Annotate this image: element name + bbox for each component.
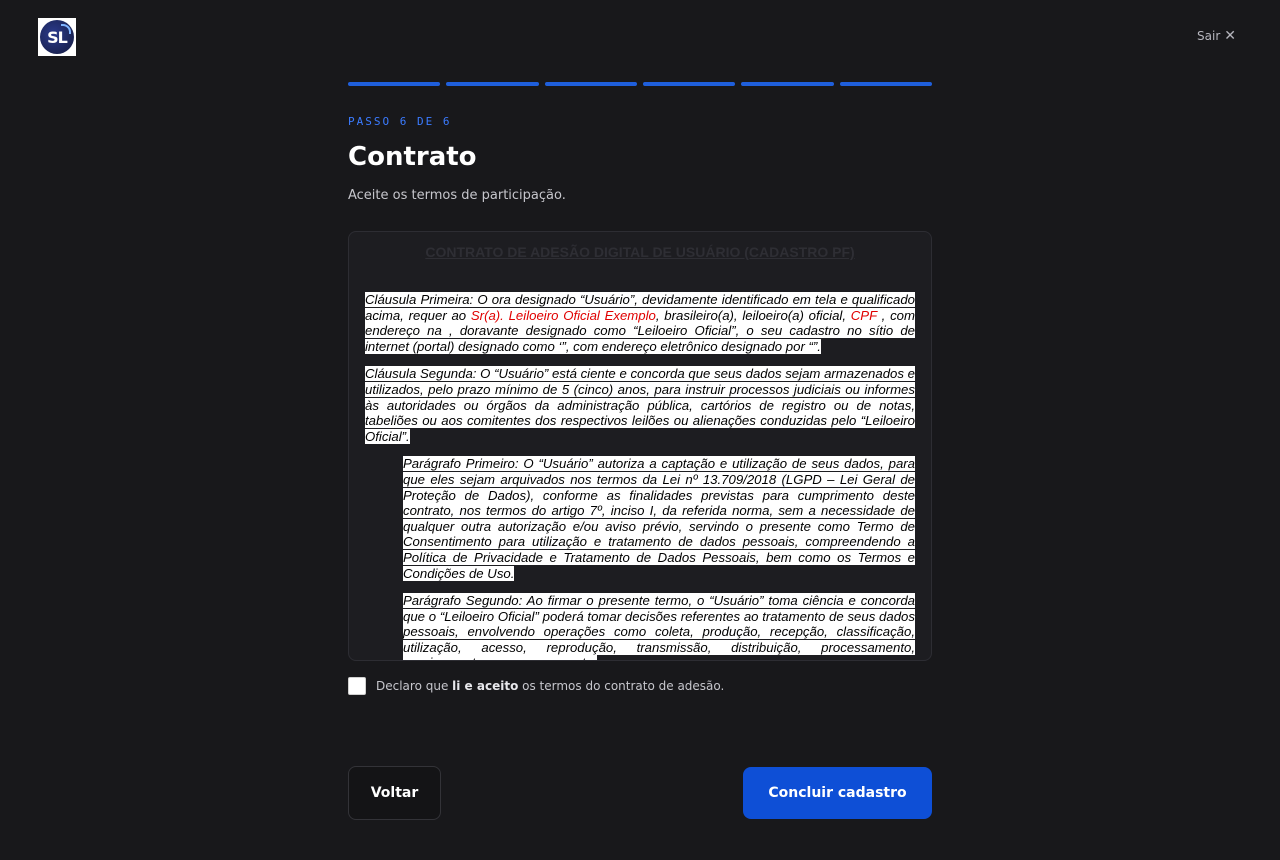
exit-button[interactable]: Sair ✕ (1197, 29, 1236, 43)
agreement-row: Declaro que li e aceito os termos do con… (348, 677, 724, 695)
exit-label: Sair (1197, 29, 1221, 43)
clause-1-text-b: , brasileiro(a), leiloeiro(a) oficial, (655, 307, 851, 323)
agreement-checkbox[interactable] (348, 677, 366, 695)
agreement-bold: li e aceito (452, 679, 519, 693)
page-title: Contrato (348, 142, 477, 172)
progress-segment-3 (544, 82, 637, 86)
agreement-suffix: os termos do contrato de adesão. (518, 679, 725, 693)
close-icon: ✕ (1224, 28, 1236, 44)
progress-segment-4 (642, 82, 736, 86)
contract-paragraph-1: Parágrafo Primeiro: O “Usuário” autoriza… (365, 456, 915, 581)
progress-segment-1 (348, 82, 441, 86)
logo[interactable]: SL (38, 18, 76, 56)
contract-clause-1: Cláusula Primeira: O ora designado “Usuá… (365, 292, 915, 354)
contract-paragraph-2: Parágrafo Segundo: Ao firmar o presente … (365, 593, 915, 660)
step-indicator: PASSO 6 DE 6 (348, 115, 452, 128)
logo-arc-icon (61, 24, 71, 34)
progress-segment-5 (741, 82, 834, 86)
agreement-prefix: Declaro que (376, 679, 453, 693)
step-progress-bar (348, 82, 932, 86)
logo-emblem: SL (40, 20, 74, 54)
back-button[interactable]: Voltar (348, 766, 441, 820)
contract-document: Cláusula Primeira: O ora designado “Usuá… (365, 292, 915, 660)
clause-2-text: Cláusula Segunda: O “Usuário” está cient… (365, 366, 915, 444)
contract-clause-2: Cláusula Segunda: O “Usuário” está cient… (365, 366, 915, 444)
contract-heading: CONTRATO DE ADESÃO DIGITAL DE USUÁRIO (C… (425, 244, 855, 260)
contract-scroll-area[interactable]: CONTRATO DE ADESÃO DIGITAL DE USUÁRIO (C… (348, 231, 932, 661)
paragraph-1-text: Parágrafo Primeiro: O “Usuário” autoriza… (403, 456, 915, 581)
auctioneer-cpf: CPF (850, 307, 877, 323)
paragraph-2-text: Parágrafo Segundo: Ao firmar o presente … (403, 593, 915, 660)
auctioneer-name: Sr(a). Leiloeiro Oficial Exemplo (470, 307, 656, 323)
page-subtitle: Aceite os termos de participação. (348, 188, 566, 203)
progress-segment-6 (839, 82, 932, 86)
progress-segment-2 (446, 82, 539, 86)
finish-registration-button[interactable]: Concluir cadastro (743, 767, 932, 819)
agreement-label[interactable]: Declaro que li e aceito os termos do con… (376, 679, 724, 693)
